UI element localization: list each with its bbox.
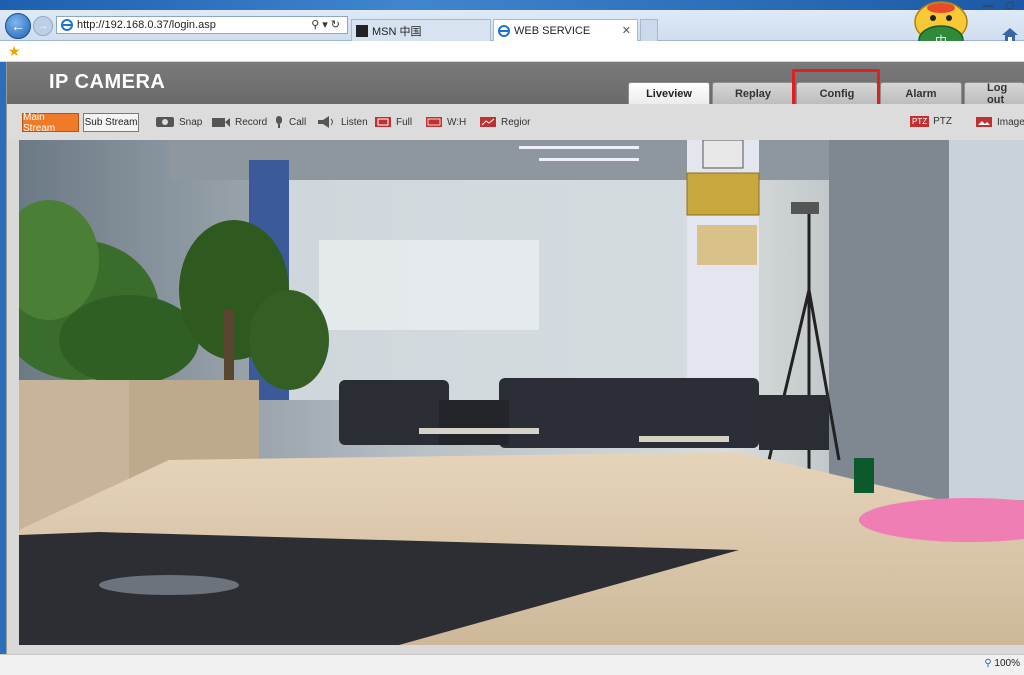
tab-web-service-label: WEB SERVICE bbox=[514, 24, 591, 37]
region-label: Regior bbox=[501, 116, 531, 128]
address-url[interactable]: http://192.168.0.37/login.asp bbox=[77, 19, 216, 31]
listen-button[interactable]: Listen bbox=[317, 116, 368, 128]
ptz-icon: PTZ bbox=[910, 116, 930, 127]
address-tools[interactable]: ⚲▾↻ bbox=[311, 18, 343, 31]
tab-liveview[interactable]: Liveview bbox=[628, 82, 710, 104]
camera-header: IP CAMERA Liveview Replay Config Alarm L… bbox=[7, 62, 1024, 119]
ie-icon bbox=[61, 19, 73, 31]
back-button[interactable]: ← bbox=[5, 13, 31, 39]
call-button[interactable]: Call bbox=[273, 116, 306, 128]
refresh-icon[interactable]: ↻ bbox=[331, 19, 343, 31]
tab-msn-label: MSN 中国 bbox=[372, 25, 422, 38]
ptz-label: PTZ bbox=[933, 116, 952, 127]
close-icon[interactable]: ✕ bbox=[622, 24, 631, 37]
msn-icon bbox=[356, 24, 368, 37]
camera-toolbar: Main Stream Sub Stream Snap Record Call … bbox=[7, 104, 1024, 140]
ip-camera-page: IP CAMERA Liveview Replay Config Alarm L… bbox=[6, 62, 1024, 654]
images-button[interactable]: Images bbox=[975, 116, 1024, 128]
back-arrow-icon: ← bbox=[11, 18, 25, 34]
snap-button[interactable]: Snap bbox=[155, 116, 202, 128]
browser-toolbar: ← → http://192.168.0.37/login.asp ⚲▾↻ MS… bbox=[0, 10, 1024, 42]
favorites-star-icon[interactable]: ★ bbox=[8, 43, 21, 60]
zoom-control[interactable]: ⚲ 100% bbox=[984, 658, 1020, 669]
desktop-background-strip bbox=[0, 0, 1024, 10]
tab-web-service[interactable]: WEB SERVICE ✕ bbox=[493, 19, 638, 41]
address-bar[interactable]: http://192.168.0.37/login.asp ⚲▾↻ bbox=[56, 16, 348, 34]
new-tab-button[interactable] bbox=[640, 19, 658, 41]
browser-status-bar: ⚲ 100% bbox=[0, 654, 1024, 675]
tab-msn[interactable]: MSN 中国 bbox=[351, 19, 491, 41]
record-icon bbox=[212, 118, 230, 127]
tab-replay[interactable]: Replay bbox=[712, 82, 794, 104]
camera-icon bbox=[156, 117, 174, 127]
aspect-ratio-icon bbox=[426, 117, 442, 127]
sub-stream-button[interactable]: Sub Stream bbox=[83, 113, 139, 132]
main-stream-button[interactable]: Main Stream bbox=[22, 112, 79, 134]
full-button[interactable]: Full bbox=[374, 116, 412, 128]
favorites-bar: ★ bbox=[0, 41, 1024, 62]
forward-button[interactable]: → bbox=[33, 16, 53, 36]
live-video-feed[interactable] bbox=[19, 140, 1024, 645]
record-label: Record bbox=[235, 116, 268, 128]
images-label: Images bbox=[997, 116, 1024, 128]
speaker-icon bbox=[318, 116, 333, 128]
full-label: Full bbox=[396, 116, 413, 128]
region-icon bbox=[480, 117, 496, 127]
forward-arrow-icon: → bbox=[37, 20, 49, 32]
call-label: Call bbox=[289, 116, 307, 128]
listen-label: Listen bbox=[341, 116, 368, 128]
tab-logout[interactable]: Log out bbox=[964, 82, 1024, 104]
ie-icon bbox=[498, 24, 510, 37]
region-button[interactable]: Regior bbox=[479, 116, 530, 128]
snap-label: Snap bbox=[179, 116, 203, 128]
search-icon[interactable]: ⚲ bbox=[311, 19, 322, 31]
magnifier-icon: ⚲ bbox=[984, 658, 992, 669]
camera-title: IP CAMERA bbox=[49, 71, 166, 93]
maximize-button[interactable]: □ bbox=[998, 0, 1022, 16]
ptz-button[interactable]: PTZ PTZ bbox=[910, 116, 952, 127]
zoom-level: 100% bbox=[994, 658, 1020, 669]
image-icon bbox=[976, 117, 992, 127]
minimize-button[interactable]: — bbox=[976, 0, 1000, 16]
microphone-icon bbox=[276, 116, 282, 128]
tab-alarm[interactable]: Alarm bbox=[880, 82, 962, 104]
fullscreen-icon bbox=[375, 117, 391, 127]
record-button[interactable]: Record bbox=[211, 116, 267, 128]
wh-label: W:H bbox=[447, 116, 467, 128]
wh-button[interactable]: W:H bbox=[425, 116, 466, 128]
